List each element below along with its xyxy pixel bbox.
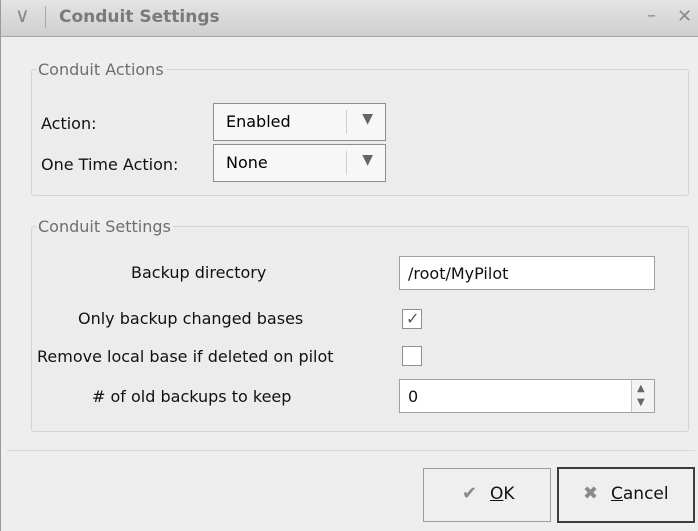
minimize-icon[interactable]: – [647, 5, 656, 26]
title-separator [45, 6, 46, 28]
old-backups-label: # of old backups to keep [92, 387, 292, 406]
ok-mnemonic: O [490, 484, 504, 504]
backup-directory-label: Backup directory [131, 263, 267, 282]
spin-arrows[interactable]: ▲ ▼ [631, 380, 654, 412]
backup-directory-field[interactable] [399, 256, 655, 290]
checkmark-icon: ✔ [462, 483, 478, 504]
action-label: Action: [41, 114, 97, 133]
only-backup-changed-checkbox[interactable]: ✓ [402, 309, 422, 329]
action-combobox[interactable]: Enabled ▼ [213, 103, 386, 141]
chevron-down-icon[interactable]: ∨ [15, 3, 30, 27]
close-icon[interactable]: ✕ [677, 6, 692, 27]
backup-directory-input[interactable] [400, 257, 654, 289]
spin-up-icon[interactable]: ▲ [637, 383, 645, 394]
cancel-icon: ✖ [583, 483, 599, 504]
spin-down-icon[interactable]: ▼ [637, 397, 645, 408]
one-time-action-value: None [226, 153, 268, 172]
combo-separator [346, 151, 347, 175]
cancel-mnemonic: C [611, 484, 623, 504]
conduit-actions-legend: Conduit Actions [38, 60, 164, 79]
ok-button[interactable]: ✔ OK [423, 468, 551, 522]
action-value: Enabled [226, 112, 291, 131]
ok-label-rest: K [503, 484, 515, 504]
one-time-action-combobox[interactable]: None ▼ [213, 144, 386, 182]
one-time-action-label: One Time Action: [41, 155, 179, 174]
only-backup-changed-label: Only backup changed bases [78, 309, 304, 328]
chevron-down-icon: ▼ [362, 152, 373, 168]
old-backups-spinbutton[interactable]: ▲ ▼ [399, 379, 655, 413]
remove-local-base-label: Remove local base if deleted on pilot [37, 347, 334, 366]
old-backups-input[interactable] [400, 380, 654, 412]
window-title: Conduit Settings [59, 7, 220, 27]
combo-separator [346, 110, 347, 134]
chevron-down-icon: ▼ [362, 111, 373, 127]
checkmark-icon: ✓ [406, 309, 420, 328]
cancel-label-rest: ancel [622, 484, 669, 504]
button-separator [7, 450, 695, 451]
conduit-settings-dialog: ∨ Conduit Settings – ✕ Conduit Actions A… [0, 0, 698, 531]
conduit-settings-legend: Conduit Settings [38, 217, 171, 236]
remove-local-base-checkbox[interactable] [402, 346, 422, 366]
cancel-button[interactable]: ✖ Cancel [557, 467, 695, 523]
title-bar: ∨ Conduit Settings – ✕ [1, 0, 698, 37]
